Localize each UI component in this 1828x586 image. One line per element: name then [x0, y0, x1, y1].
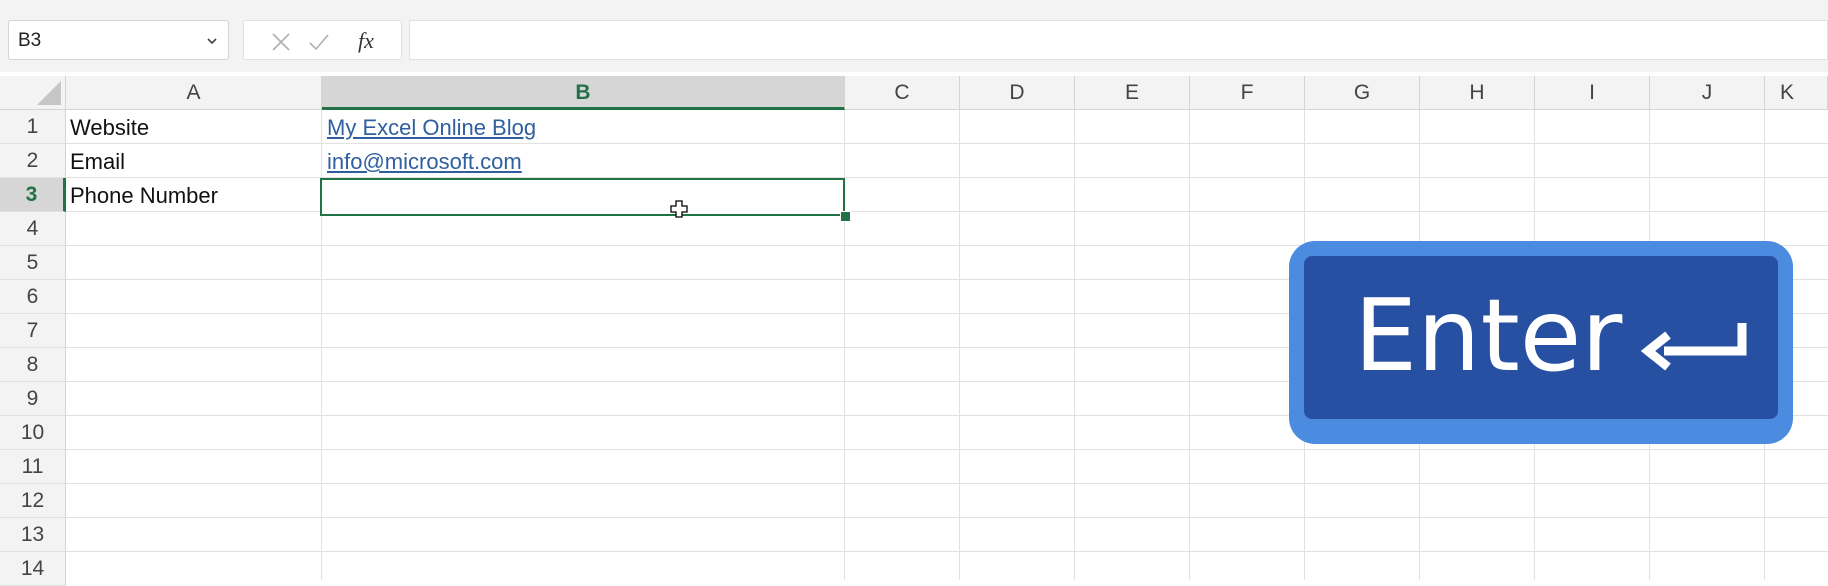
enter-key-face: Enter	[1304, 256, 1778, 419]
column-header-a[interactable]: A	[66, 76, 322, 110]
grid-line	[959, 110, 960, 580]
grid-line	[1189, 110, 1190, 580]
formula-actions: fx	[243, 20, 402, 60]
row-header-13[interactable]: 13	[0, 518, 66, 552]
insert-function-button[interactable]: fx	[358, 28, 374, 54]
grid-line	[66, 449, 1828, 450]
close-icon[interactable]	[270, 31, 292, 53]
row-header-2[interactable]: 2	[0, 144, 66, 178]
column-header-e[interactable]: E	[1075, 76, 1190, 110]
row-header-3[interactable]: 3	[0, 178, 66, 212]
name-box[interactable]: B3	[8, 20, 229, 60]
cell-a2[interactable]: Email	[70, 145, 125, 179]
chevron-down-icon[interactable]	[204, 33, 220, 49]
column-header-h[interactable]: H	[1420, 76, 1535, 110]
cell-b1-link[interactable]: My Excel Online Blog	[327, 111, 536, 145]
column-header-d[interactable]: D	[960, 76, 1075, 110]
return-arrow-icon	[1640, 323, 1747, 371]
row-header-10[interactable]: 10	[0, 416, 66, 450]
row-header-4[interactable]: 4	[0, 212, 66, 246]
cell-cursor-icon	[670, 200, 688, 218]
column-header-i[interactable]: I	[1535, 76, 1650, 110]
formula-bar: B3 fx	[0, 12, 1828, 72]
cell-b2-link[interactable]: info@microsoft.com	[327, 145, 522, 179]
active-cell-b3[interactable]	[320, 178, 845, 216]
column-header-c[interactable]: C	[845, 76, 960, 110]
column-header-k[interactable]: K	[1765, 76, 1828, 110]
name-box-value: B3	[18, 30, 42, 51]
cell-a1[interactable]: Website	[70, 111, 149, 145]
row-header-11[interactable]: 11	[0, 450, 66, 484]
grid-line	[66, 483, 1828, 484]
grid-line	[66, 551, 1828, 552]
enter-key-overlay: Enter	[1289, 241, 1793, 444]
enter-key-label: Enter	[1354, 277, 1623, 394]
row-header-14[interactable]: 14	[0, 552, 66, 586]
row-header-12[interactable]: 12	[0, 484, 66, 518]
grid-line	[1074, 110, 1075, 580]
grid-line	[66, 517, 1828, 518]
column-header-b[interactable]: B	[322, 76, 845, 110]
row-header-7[interactable]: 7	[0, 314, 66, 348]
row-header-9[interactable]: 9	[0, 382, 66, 416]
column-header-j[interactable]: J	[1650, 76, 1765, 110]
select-all-corner[interactable]	[0, 76, 66, 110]
fill-handle[interactable]	[840, 211, 851, 222]
formula-input[interactable]	[409, 20, 1828, 60]
row-header-6[interactable]: 6	[0, 280, 66, 314]
column-header-f[interactable]: F	[1190, 76, 1305, 110]
column-header-g[interactable]: G	[1305, 76, 1420, 110]
check-icon[interactable]	[308, 31, 330, 53]
cell-a3[interactable]: Phone Number	[70, 179, 218, 213]
row-header-1[interactable]: 1	[0, 110, 66, 144]
row-header-8[interactable]: 8	[0, 348, 66, 382]
select-all-triangle-icon	[37, 81, 61, 105]
row-header-5[interactable]: 5	[0, 246, 66, 280]
